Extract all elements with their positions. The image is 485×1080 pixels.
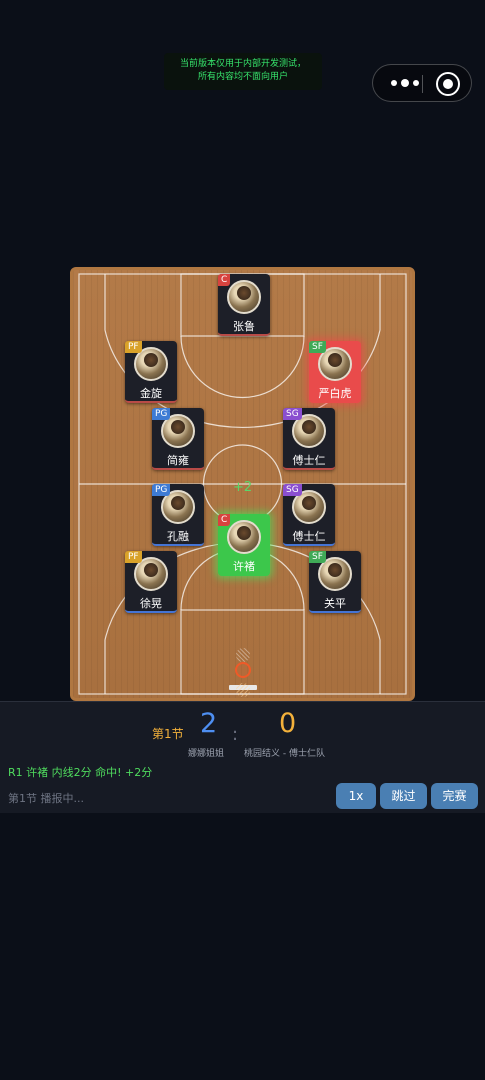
basketball-icon: [236, 683, 250, 697]
scoreboard-panel: 第1节 2 : 0 娜娜姐姐 桃园结义 - 傅士仁队 R1 许褚 内线2分 命中…: [0, 701, 485, 813]
position-badge: SG: [283, 484, 302, 496]
quarter-label: 第1节: [152, 727, 184, 741]
player-name: 徐晃: [140, 597, 162, 610]
dev-notice-line1: 当前版本仅用于内部开发测试，: [179, 59, 306, 69]
score-popup: +2: [233, 480, 253, 495]
player-card-jian-yong[interactable]: PG 简雍: [152, 408, 204, 470]
position-badge: PG: [152, 484, 171, 496]
home-team-name: 娜娜姐姐: [188, 749, 225, 759]
player-card-fu-shiren-top[interactable]: SG 傅士仁: [283, 408, 335, 470]
player-card-jin-xuan[interactable]: PF 金旋: [125, 341, 177, 403]
dev-notice: 当前版本仅用于内部开发测试， 所有内容均不面向用户: [164, 53, 322, 90]
close-miniprogram-icon[interactable]: [436, 72, 460, 96]
speed-button[interactable]: 1x: [336, 783, 376, 809]
hoop-rim-icon: [235, 662, 251, 678]
player-name: 严白虎: [318, 387, 352, 400]
player-name: 傅士仁: [292, 530, 326, 543]
player-name: 关平: [324, 597, 346, 610]
player-card-kong-rong[interactable]: PG 孔融: [152, 484, 204, 546]
score-separator: :: [232, 724, 239, 745]
away-score: 0: [279, 708, 297, 739]
finish-button[interactable]: 完赛: [431, 783, 478, 809]
player-name: 许褚: [233, 560, 255, 573]
player-name: 傅士仁: [292, 454, 326, 467]
player-card-xu-huang[interactable]: PF 徐晃: [125, 551, 177, 613]
player-avatar: [227, 280, 261, 314]
broadcast-status: 第1节 播报中...: [8, 792, 84, 805]
more-options-icon[interactable]: [387, 75, 423, 91]
player-name: 金旋: [140, 387, 162, 400]
basketball-court: +2 C 张鲁 PF 金旋 SF 严白虎 PG 简雍 SG 傅士仁 PG 孔融 …: [70, 267, 415, 701]
player-name: 简雍: [167, 454, 189, 467]
play-by-play-event: R1 许褚 内线2分 命中! +2分: [8, 766, 153, 779]
miniprogram-capsule: [372, 64, 472, 102]
position-badge: PG: [152, 408, 171, 420]
position-badge: SG: [283, 408, 302, 420]
capsule-divider: [422, 75, 423, 93]
ball-trail-icon: [236, 648, 250, 662]
position-badge: PF: [125, 341, 142, 353]
player-card-guan-ping[interactable]: SF 关平: [309, 551, 361, 613]
skip-button[interactable]: 跳过: [380, 783, 427, 809]
player-card-yan-baihu[interactable]: SF 严白虎: [309, 341, 361, 403]
dev-notice-line2: 所有内容均不面向用户: [197, 72, 288, 82]
away-team-name: 桃园结义 - 傅士仁队: [244, 749, 325, 759]
position-badge: PF: [125, 551, 142, 563]
position-badge: SF: [309, 551, 326, 563]
player-name: 张鲁: [233, 320, 255, 333]
position-badge: SF: [309, 341, 326, 353]
player-card-xu-chu[interactable]: C 许褚: [218, 514, 270, 576]
player-name: 孔融: [167, 530, 189, 543]
player-avatar: [227, 520, 261, 554]
position-badge: C: [218, 514, 231, 526]
position-badge: C: [218, 274, 231, 286]
home-score: 2: [200, 708, 218, 739]
player-card-zhang-lu[interactable]: C 张鲁: [218, 274, 270, 336]
player-card-fu-shiren-bottom[interactable]: SG 傅士仁: [283, 484, 335, 546]
